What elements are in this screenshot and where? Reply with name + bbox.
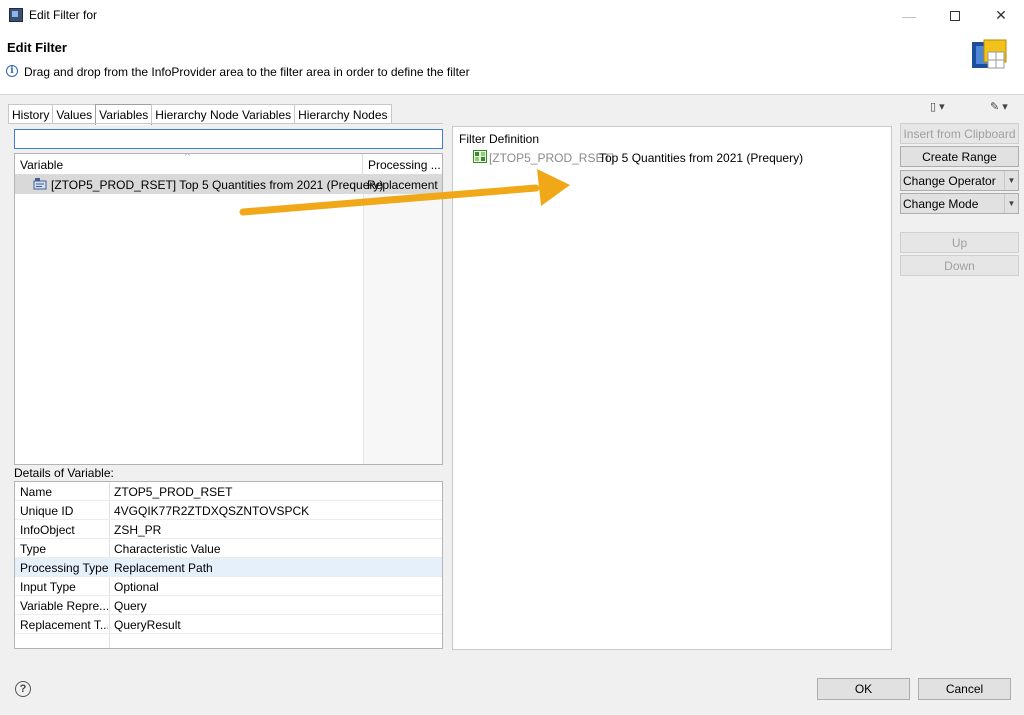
chevron-down-icon[interactable]: ▼ <box>1004 171 1018 190</box>
tab-divider <box>8 123 443 124</box>
details-key: Replacement T... <box>20 618 108 632</box>
down-button[interactable]: Down <box>900 255 1019 276</box>
dialog-header: Edit Filter i Drag and drop from the Inf… <box>0 31 1024 95</box>
insert-from-clipboard-button[interactable]: Insert from Clipboard <box>900 123 1019 144</box>
details-row: Input Type Optional <box>15 577 442 596</box>
create-range-button[interactable]: Create Range <box>900 146 1019 167</box>
filter-entry-key[interactable]: [ZTOP5_PROD_RSET] <box>489 151 614 165</box>
tab-variables[interactable]: Variables <box>95 104 153 125</box>
row-variable-name: [ZTOP5_PROD_RSET] Top 5 Quantities from … <box>51 178 384 192</box>
filter-wizard-icon <box>972 39 1007 69</box>
details-value: Query <box>114 599 147 613</box>
details-key: Input Type <box>20 580 76 594</box>
info-message: Drag and drop from the InfoProvider area… <box>24 65 470 79</box>
details-value: Characteristic Value <box>114 542 221 556</box>
details-key: InfoObject <box>20 523 75 537</box>
maximize-icon[interactable] <box>932 0 978 31</box>
dialog-heading: Edit Filter <box>7 40 67 55</box>
details-table: Name ZTOP5_PROD_RSET Unique ID 4VGQIK77R2Z… <box>14 481 443 649</box>
details-key: Variable Repre... <box>20 599 108 613</box>
details-key: Name <box>20 485 53 499</box>
column-area <box>363 175 442 464</box>
filter-definition-title: Filter Definition <box>459 132 540 146</box>
ok-button[interactable]: OK <box>817 678 910 700</box>
row-processing-type: Replacement P <box>367 178 442 192</box>
variable-table: Variable Processing ... ^ [ZTOP5_PROD_RS… <box>14 153 443 465</box>
table-header: Variable Processing ... ^ <box>15 154 442 175</box>
change-mode-button[interactable]: Change Mode ▼ <box>900 193 1019 214</box>
tab-hierarchy-nodes[interactable]: Hierarchy Nodes <box>294 104 392 124</box>
details-row: Processing Type Replacement Path <box>15 558 442 577</box>
details-value: QueryResult <box>114 618 181 632</box>
up-button[interactable]: Up <box>900 232 1019 253</box>
details-value: Replacement Path <box>114 561 213 575</box>
filter-entry-icon <box>473 150 487 163</box>
sort-ascending-icon: ^ <box>185 153 190 162</box>
details-row: Variable Repre... Query <box>15 596 442 615</box>
change-operator-label: Change Operator <box>903 173 996 188</box>
cancel-button[interactable]: Cancel <box>918 678 1011 700</box>
close-icon[interactable]: ✕ <box>978 0 1024 31</box>
pin-menu-icon[interactable]: ✎ ▾ <box>990 100 1020 116</box>
details-label: Details of Variable: <box>14 466 114 480</box>
tab-history[interactable]: History <box>8 104 54 124</box>
chevron-down-icon[interactable]: ▼ <box>1004 194 1018 213</box>
tab-hierarchy-node-variables[interactable]: Hierarchy Node Variables <box>151 104 296 124</box>
help-icon[interactable]: ? <box>15 681 31 697</box>
search-input[interactable] <box>14 129 443 149</box>
filter-entry-text[interactable]: Top 5 Quantities from 2021 (Prequery) <box>599 151 803 165</box>
details-value: 4VGQIK77R2ZTDXQSZNTOVSPCK <box>114 504 310 518</box>
tab-values[interactable]: Values <box>52 104 97 124</box>
info-icon: i <box>6 65 18 77</box>
minimize-icon[interactable]: — <box>886 0 932 31</box>
details-row: Name ZTOP5_PROD_RSET <box>15 482 442 501</box>
title-bar: Edit Filter for — ✕ <box>0 0 1024 31</box>
details-value: ZSH_PR <box>114 523 162 537</box>
details-key: Unique ID <box>20 504 74 518</box>
details-row: InfoObject ZSH_PR <box>15 520 442 539</box>
tab-bar: History Values Variables Hierarchy Node … <box>8 104 392 125</box>
details-row: Replacement T... QueryResult <box>15 615 442 634</box>
details-key: Processing Type <box>20 561 108 575</box>
window-title: Edit Filter for <box>29 8 98 22</box>
view-menu-icon[interactable]: ▯ ▾ <box>930 100 960 116</box>
details-key: Type <box>20 542 47 556</box>
variable-icon <box>33 178 47 190</box>
change-mode-label: Change Mode <box>903 196 979 211</box>
details-row: Unique ID 4VGQIK77R2ZTDXQSZNTOVSPCK <box>15 501 442 520</box>
column-header-processing[interactable]: Processing ... <box>363 154 442 175</box>
details-row: Type Characteristic Value <box>15 539 442 558</box>
table-row[interactable]: [ZTOP5_PROD_RSET] Top 5 Quantities from … <box>15 175 442 194</box>
details-value: ZTOP5_PROD_RSET <box>114 485 233 499</box>
details-value: Optional <box>114 580 159 594</box>
change-operator-button[interactable]: Change Operator ▼ <box>900 170 1019 191</box>
app-icon <box>9 8 23 22</box>
filter-definition-panel[interactable]: Filter Definition [ZTOP5_PROD_RSET] Top … <box>452 126 892 650</box>
